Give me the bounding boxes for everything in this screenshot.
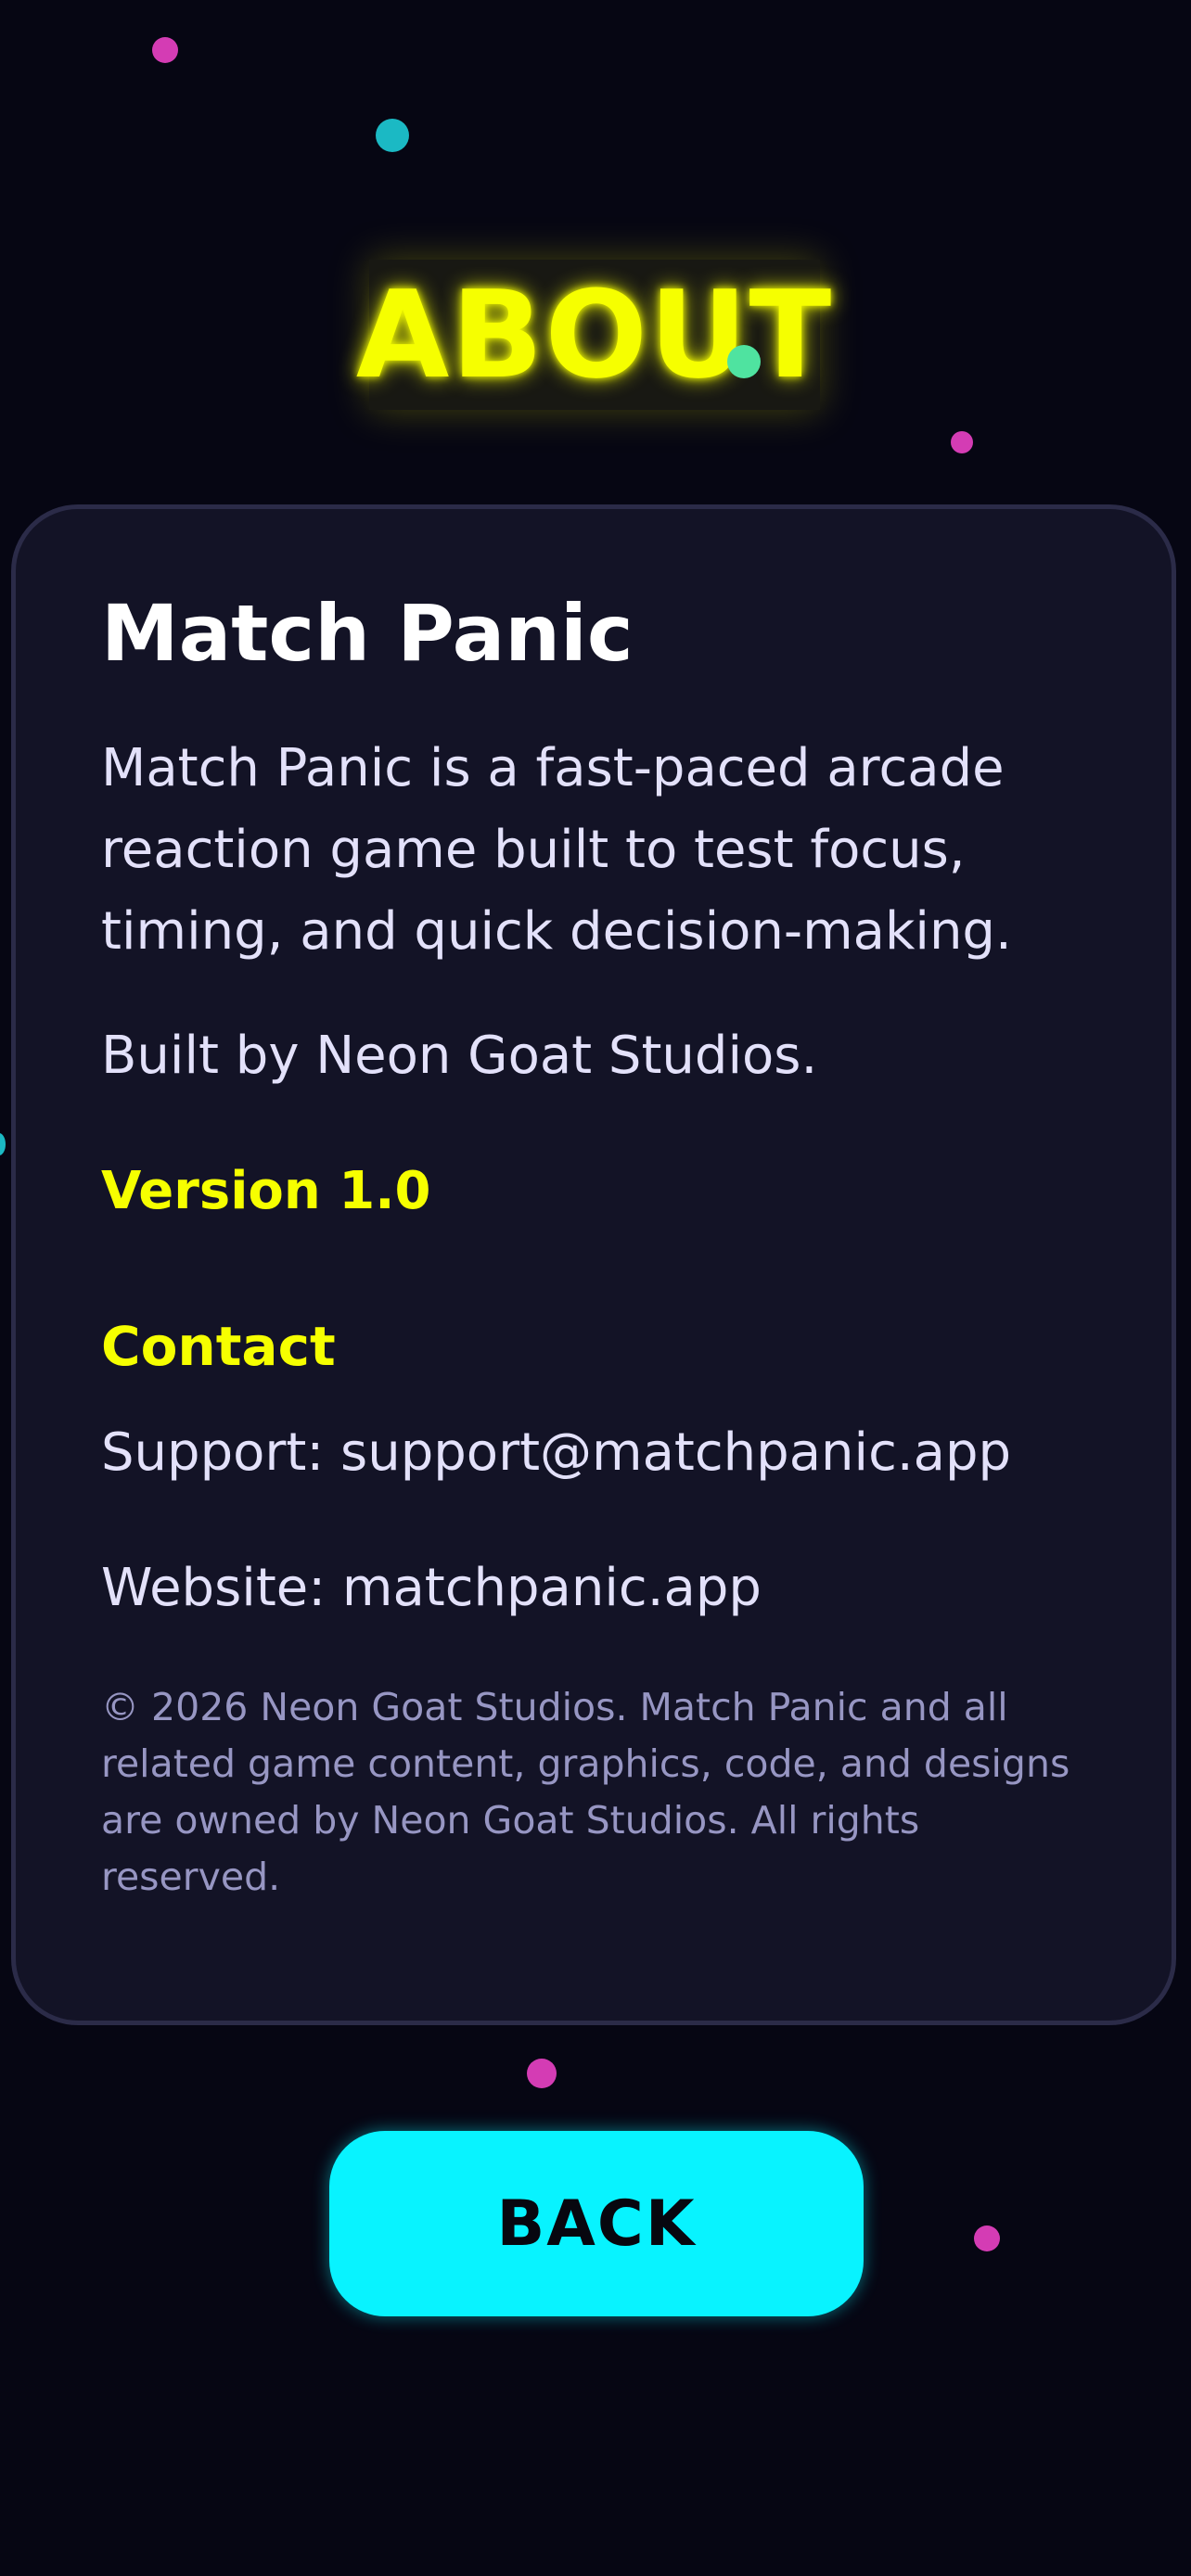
website-link[interactable]: Website: matchpanic.app — [101, 1562, 1086, 1614]
contact-heading: Contact — [101, 1315, 336, 1378]
about-screen: ABOUT Match Panic Match Panic is a fast-… — [0, 0, 1191, 2576]
particle-dot — [527, 2059, 557, 2088]
particle-dot — [951, 431, 973, 453]
particle-dot — [974, 2225, 1000, 2251]
page-title: ABOUT — [355, 264, 834, 405]
particle-dot — [727, 345, 761, 378]
game-name-heading: Match Panic — [101, 588, 634, 679]
particle-dot — [376, 119, 409, 152]
copyright-notice: © 2026 Neon Goat Studios. Match Panic an… — [101, 1685, 1070, 1899]
support-email-link[interactable]: Support: support@matchpanic.app — [101, 1427, 1086, 1479]
back-button-label: BACK — [496, 2187, 697, 2261]
particle-dot — [152, 37, 178, 63]
game-description: Match Panic is a fast-paced arcade react… — [101, 738, 1012, 962]
developer-credit: Built by Neon Goat Studios. — [101, 1026, 818, 1086]
particle-dot — [0, 1133, 6, 1155]
back-button[interactable]: BACK — [329, 2131, 864, 2316]
page-title-banner: ABOUT — [356, 260, 831, 410]
version-label: Version 1.0 — [101, 1161, 431, 1221]
about-card: Match Panic Match Panic is a fast-paced … — [11, 504, 1176, 2025]
